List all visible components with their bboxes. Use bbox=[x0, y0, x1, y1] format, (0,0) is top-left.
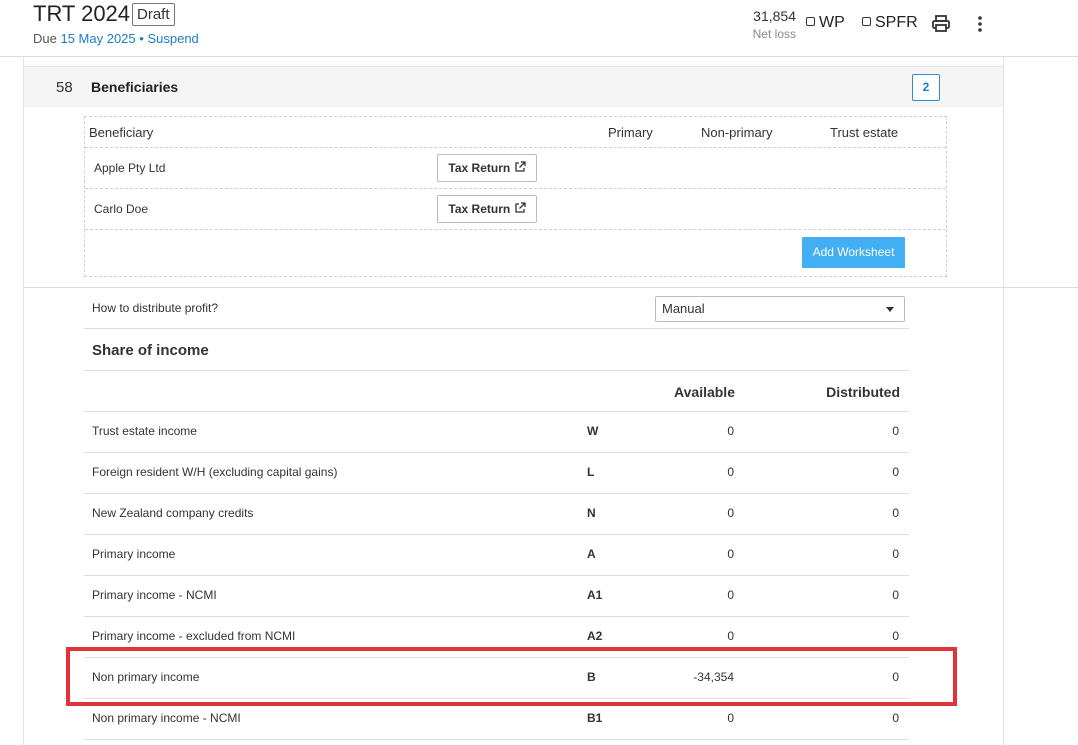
section-divider bbox=[24, 287, 1078, 288]
income-row: Primary income - NCMI A1 0 0 bbox=[84, 575, 909, 616]
available-value: 0 bbox=[727, 588, 734, 602]
due-date-link[interactable]: 15 May 2025 bbox=[60, 31, 135, 46]
beneficiary-name: Apple Pty Ltd bbox=[94, 161, 166, 175]
available-value: 0 bbox=[727, 547, 734, 561]
income-label: Foreign resident W/H (excluding capital … bbox=[92, 465, 338, 479]
income-code: L bbox=[587, 465, 595, 479]
income-row: Primary income - excluded from NCMI A2 0… bbox=[84, 616, 909, 657]
income-row: Primary income A 0 0 bbox=[84, 534, 909, 575]
section-number: 58 bbox=[56, 79, 73, 96]
due-prefix: Due bbox=[33, 31, 57, 46]
row-divider bbox=[84, 739, 909, 740]
income-label: New Zealand company credits bbox=[92, 506, 254, 520]
available-value: 0 bbox=[727, 629, 734, 643]
row-divider bbox=[84, 328, 909, 329]
dropdown-arrow-icon bbox=[886, 307, 894, 312]
income-code: B bbox=[587, 670, 596, 684]
print-icon[interactable] bbox=[931, 14, 951, 34]
content-border-right bbox=[1003, 57, 1004, 745]
tax-return-label: Tax Return bbox=[448, 161, 511, 175]
col-trust-estate: Trust estate bbox=[830, 125, 899, 140]
distributed-value: 0 bbox=[892, 547, 899, 561]
income-row: Trust estate income W 0 0 bbox=[84, 411, 909, 452]
suspend-link[interactable]: Suspend bbox=[147, 31, 198, 46]
distributed-value: 0 bbox=[892, 629, 899, 643]
checkbox-icon bbox=[862, 17, 871, 26]
beneficiaries-table: Beneficiary Primary Non-primary Trust es… bbox=[84, 116, 947, 277]
income-code: B1 bbox=[587, 711, 603, 725]
distributed-value: 0 bbox=[892, 588, 899, 602]
status-badge: Draft bbox=[132, 3, 175, 26]
income-label: Trust estate income bbox=[92, 424, 197, 438]
due-separator: • bbox=[139, 31, 144, 46]
wp-checkbox[interactable]: WP bbox=[806, 14, 845, 32]
tax-return-button[interactable]: Tax Return bbox=[437, 195, 537, 223]
beneficiaries-section-header: 58 Beneficiaries 2 bbox=[24, 66, 1003, 107]
distribute-profit-select[interactable]: Manual bbox=[655, 296, 905, 322]
available-value: 0 bbox=[727, 424, 734, 438]
distribute-profit-label: How to distribute profit? bbox=[92, 301, 219, 315]
col-non-primary: Non-primary bbox=[701, 125, 773, 140]
tax-return-label: Tax Return bbox=[448, 202, 511, 216]
due-info: Due 15 May 2025 • Suspend bbox=[33, 31, 199, 46]
content-border-left bbox=[23, 57, 24, 745]
income-code: W bbox=[587, 424, 599, 438]
income-label: Non primary income - NCMI bbox=[92, 711, 241, 725]
available-value: 0 bbox=[727, 506, 734, 520]
income-label: Non primary income bbox=[92, 670, 200, 684]
row-divider bbox=[84, 370, 909, 371]
income-code: A2 bbox=[587, 629, 603, 643]
distribute-profit-value: Manual bbox=[662, 301, 705, 316]
spfr-checkbox[interactable]: SPFR bbox=[862, 14, 918, 32]
income-label: Primary income bbox=[92, 547, 176, 561]
income-code: N bbox=[587, 506, 596, 520]
wp-label: WP bbox=[819, 14, 845, 31]
income-row: Non primary income - NCMI B1 0 0 bbox=[84, 698, 909, 739]
col-primary: Primary bbox=[608, 125, 653, 140]
more-options-icon[interactable] bbox=[970, 14, 990, 34]
col-distributed: Distributed bbox=[826, 384, 900, 400]
distributed-value: 0 bbox=[892, 465, 899, 479]
income-label: Primary income - NCMI bbox=[92, 588, 217, 602]
available-value: -34,354 bbox=[693, 670, 734, 684]
beneficiary-count-badge[interactable]: 2 bbox=[912, 74, 940, 101]
add-worksheet-button[interactable]: Add Worksheet bbox=[802, 237, 905, 268]
beneficiary-name: Carlo Doe bbox=[94, 202, 149, 216]
distributed-value: 0 bbox=[892, 670, 899, 684]
spfr-label: SPFR bbox=[875, 14, 918, 31]
return-title: TRT 2024 bbox=[33, 1, 131, 26]
page-header: TRT 2024 Draft Due 15 May 2025 • Suspend… bbox=[0, 0, 1078, 57]
income-code: A1 bbox=[587, 588, 603, 602]
income-row: New Zealand company credits N 0 0 bbox=[84, 493, 909, 534]
available-value: 0 bbox=[727, 465, 734, 479]
col-beneficiary: Beneficiary bbox=[89, 125, 154, 140]
section-title: Beneficiaries bbox=[91, 79, 179, 95]
external-link-icon bbox=[514, 161, 526, 172]
checkbox-icon bbox=[806, 17, 815, 26]
income-row: Foreign resident W/H (excluding capital … bbox=[84, 452, 909, 493]
tax-return-button[interactable]: Tax Return bbox=[437, 154, 537, 182]
beneficiary-row: Carlo Doe Tax Return bbox=[85, 189, 946, 230]
income-code: A bbox=[587, 547, 596, 561]
net-loss-value: 31,854 bbox=[753, 8, 796, 24]
income-row-highlighted: Non primary income B -34,354 0 bbox=[84, 657, 909, 698]
available-value: 0 bbox=[727, 711, 734, 725]
col-available: Available bbox=[674, 384, 735, 400]
distributed-value: 0 bbox=[892, 711, 899, 725]
beneficiary-row: Apple Pty Ltd Tax Return bbox=[85, 148, 946, 189]
share-of-income-title: Share of income bbox=[92, 342, 209, 359]
net-loss-label: Net loss bbox=[752, 27, 796, 41]
distributed-value: 0 bbox=[892, 506, 899, 520]
external-link-icon bbox=[514, 202, 526, 213]
beneficiaries-header-row: Beneficiary Primary Non-primary Trust es… bbox=[85, 117, 946, 148]
distributed-value: 0 bbox=[892, 424, 899, 438]
income-label: Primary income - excluded from NCMI bbox=[92, 629, 296, 643]
